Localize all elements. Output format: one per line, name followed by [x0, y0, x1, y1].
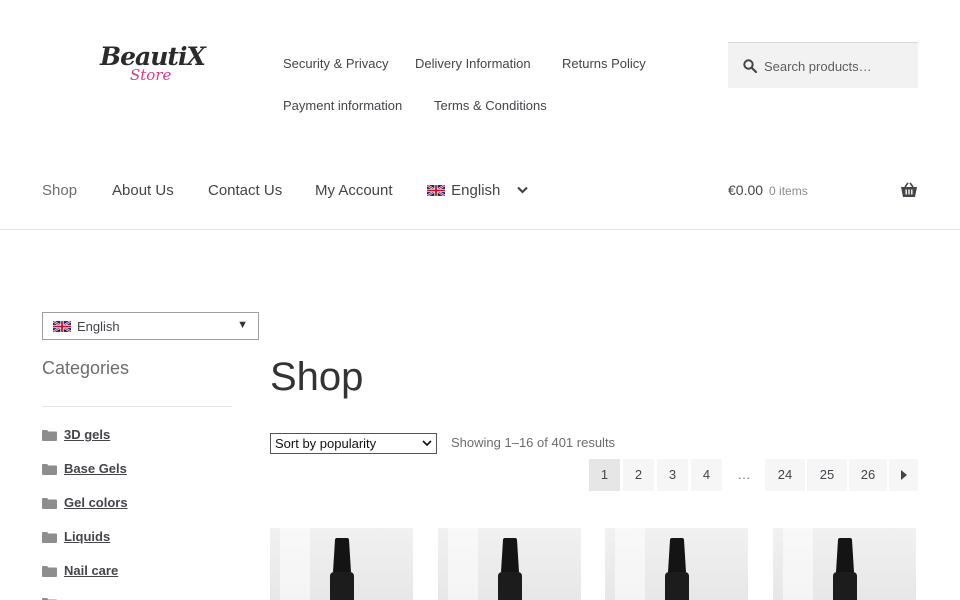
sort-select[interactable]: Sort by popularity	[270, 433, 437, 454]
uk-flag-icon	[427, 185, 445, 196]
page-ellipsis: …	[737, 467, 751, 482]
search-icon[interactable]	[743, 59, 757, 73]
language-select[interactable]: English ▼	[42, 312, 259, 340]
image-highlight	[615, 528, 645, 600]
nav-about-us[interactable]: About Us	[112, 182, 174, 199]
caret-down-icon: ▼	[237, 319, 248, 331]
category-item-partial[interactable]	[42, 595, 242, 600]
arrow-right-icon	[901, 470, 907, 480]
header-divider	[0, 229, 960, 230]
chevron-down-icon	[422, 440, 432, 447]
cart-total: €0.00	[728, 182, 764, 198]
page-26[interactable]: 26	[849, 459, 887, 491]
page-2[interactable]: 2	[623, 459, 654, 491]
basket-icon[interactable]	[900, 182, 918, 198]
bottle-image	[664, 538, 689, 600]
cart-count: 0 items	[769, 184, 808, 198]
sort-select-value: Sort by popularity	[275, 436, 377, 451]
image-highlight	[783, 528, 813, 600]
link-payment-information[interactable]: Payment information	[283, 98, 402, 113]
bottle-image	[832, 538, 857, 600]
category-item[interactable]: Nail care	[42, 563, 242, 583]
category-item[interactable]: Base Gels	[42, 461, 242, 481]
nav-shop[interactable]: Shop	[42, 182, 77, 199]
uk-flag-icon	[53, 321, 71, 332]
category-link[interactable]: Base Gels	[64, 461, 127, 476]
category-item[interactable]: Liquids	[42, 529, 242, 549]
image-highlight	[280, 528, 310, 600]
link-returns-policy[interactable]: Returns Policy	[562, 56, 646, 71]
logo-subtext: Store	[130, 66, 172, 84]
site-logo[interactable]: BeautiX Store	[100, 42, 206, 94]
category-link[interactable]: Liquids	[64, 529, 110, 544]
nav-my-account[interactable]: My Account	[315, 182, 393, 199]
category-item[interactable]: 3D gels	[42, 427, 242, 447]
link-terms-conditions[interactable]: Terms & Conditions	[434, 98, 547, 113]
cart-summary[interactable]: €0.00 0 items	[728, 182, 808, 198]
nav-language-switcher[interactable]: English	[427, 182, 528, 199]
product-image[interactable]	[438, 528, 581, 600]
category-item[interactable]: Gel colors	[42, 495, 242, 515]
search-input[interactable]	[764, 54, 910, 78]
category-link[interactable]: Gel colors	[64, 495, 128, 510]
nav-contact-us[interactable]: Contact Us	[208, 182, 282, 199]
link-security-privacy[interactable]: Security & Privacy	[283, 56, 388, 71]
page-24[interactable]: 24	[765, 459, 805, 491]
link-delivery-information[interactable]: Delivery Information	[415, 56, 531, 71]
result-count: Showing 1–16 of 401 results	[451, 435, 616, 450]
bottle-image	[497, 538, 522, 600]
product-image[interactable]	[270, 528, 413, 600]
page-1[interactable]: 1	[589, 459, 620, 491]
categories-title: Categories	[42, 358, 130, 378]
product-image[interactable]	[605, 528, 748, 600]
product-search	[728, 42, 918, 88]
next-page-button[interactable]	[889, 459, 918, 491]
folder-icon	[42, 464, 57, 475]
folder-icon	[42, 532, 57, 543]
folder-icon	[42, 498, 57, 509]
page-25[interactable]: 25	[807, 459, 847, 491]
page-3[interactable]: 3	[657, 459, 688, 491]
bottle-image	[329, 538, 354, 600]
page-title: Shop	[270, 355, 364, 399]
product-image[interactable]	[773, 528, 916, 600]
language-select-value: English	[77, 319, 120, 334]
category-link[interactable]: Nail care	[64, 563, 118, 578]
folder-icon	[42, 430, 57, 441]
categories-divider	[42, 406, 232, 407]
image-highlight	[448, 528, 478, 600]
nav-language-label: English	[451, 182, 501, 199]
folder-icon	[42, 566, 57, 577]
category-link[interactable]: 3D gels	[64, 427, 110, 442]
chevron-down-icon	[516, 186, 528, 194]
page-4[interactable]: 4	[691, 459, 722, 491]
